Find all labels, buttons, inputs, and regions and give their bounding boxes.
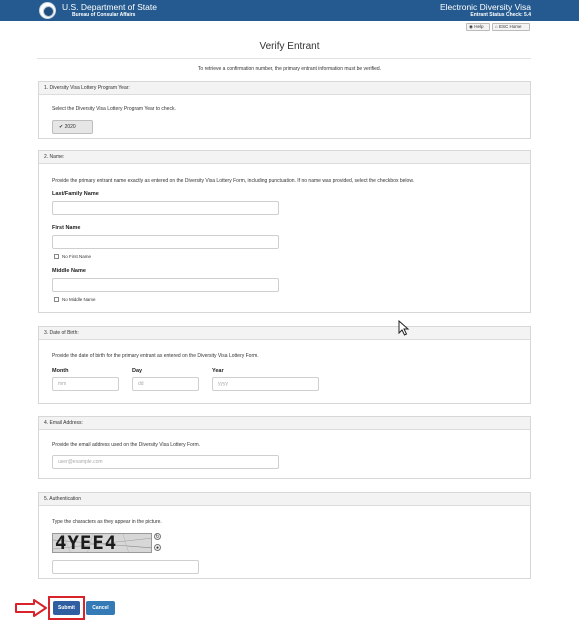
help-icon: ◉ (469, 24, 473, 29)
captcha-input[interactable] (52, 560, 199, 574)
no-middle-name-label: No Middle Name (62, 297, 96, 302)
help-label: Help (474, 24, 484, 29)
authentication-section: 5. Authentication Type the characters as… (38, 492, 531, 579)
department-name: U.S. Department of State (62, 2, 157, 12)
captcha-image: 4YEE4 (52, 533, 152, 553)
email-section: 4. Email Address: Provide the email addr… (38, 416, 531, 479)
program-name: Electronic Diversity Visa (439, 2, 531, 12)
date-of-birth-section: 3. Date of Birth: Provide the date of bi… (38, 326, 531, 404)
no-middle-name-checkbox[interactable] (54, 297, 59, 302)
page-title: Verify Entrant (259, 41, 320, 52)
program-year-help: Select the Diversity Visa Lottery Progra… (52, 106, 176, 112)
authentication-help: Type the characters as they appear in th… (52, 519, 162, 525)
no-first-name-label: No First Name (62, 254, 92, 259)
pointer-arrow-icon (15, 599, 47, 617)
middle-name-input[interactable] (52, 278, 279, 292)
email-heading: 4. Email Address: (39, 417, 530, 430)
program-year-value: 2020 (64, 124, 76, 130)
first-name-label: First Name (52, 225, 81, 231)
name-help: Provide the primary entrant name exactly… (52, 178, 415, 184)
middle-name-label: Middle Name (52, 268, 86, 274)
department-seal-icon (39, 2, 56, 19)
email-help: Provide the email address used on the Di… (52, 442, 201, 448)
date-of-birth-help: Provide the date of birth for the primar… (52, 353, 259, 359)
last-name-label: Last/Family Name (52, 191, 99, 197)
esc-home-button[interactable]: ⌂ ESC Home (492, 23, 530, 31)
program-year-2020-toggle[interactable]: ✔ 2020 (52, 120, 93, 134)
no-first-name-checkbox[interactable] (54, 254, 59, 259)
intro-text: To retrieve a confirmation number, the p… (197, 66, 382, 72)
year-label: Year (212, 368, 224, 374)
title-divider (37, 58, 531, 59)
birth-day-input[interactable]: dd (132, 377, 199, 391)
email-input[interactable]: user@example.com (52, 455, 279, 469)
authentication-heading: 5. Authentication (39, 493, 530, 506)
submit-button[interactable]: Submit (53, 601, 80, 615)
check-icon: ✔ (59, 124, 64, 130)
name-section: 2. Name: Provide the primary entrant nam… (38, 150, 531, 313)
site-header: U.S. Department of State Bureau of Consu… (0, 0, 579, 21)
mouse-cursor-icon (398, 320, 410, 336)
first-name-input[interactable] (52, 235, 279, 249)
birth-month-input[interactable]: mm (52, 377, 119, 391)
cancel-button[interactable]: Cancel (86, 601, 115, 615)
status-check-version: Entrant Status Check: 5.4 (470, 12, 531, 18)
home-label: ESC Home (498, 24, 522, 29)
program-year-heading: 1. Diversity Visa Lottery Program Year: (39, 82, 530, 95)
bureau-name: Bureau of Consular Affairs (72, 12, 136, 18)
birth-year-input[interactable]: yyyy (212, 377, 319, 391)
audio-icon[interactable]: ● (154, 544, 161, 551)
refresh-icon[interactable]: ↻ (154, 533, 161, 540)
home-icon: ⌂ (495, 24, 498, 29)
name-heading: 2. Name: (39, 151, 530, 164)
help-button[interactable]: ◉ Help (466, 23, 490, 31)
month-label: Month (52, 368, 69, 374)
captcha-characters: 4YEE4 (55, 533, 118, 553)
program-year-section: 1. Diversity Visa Lottery Program Year: … (38, 81, 531, 139)
date-of-birth-heading: 3. Date of Birth: (39, 327, 530, 340)
last-name-input[interactable] (52, 201, 279, 215)
day-label: Day (132, 368, 143, 374)
